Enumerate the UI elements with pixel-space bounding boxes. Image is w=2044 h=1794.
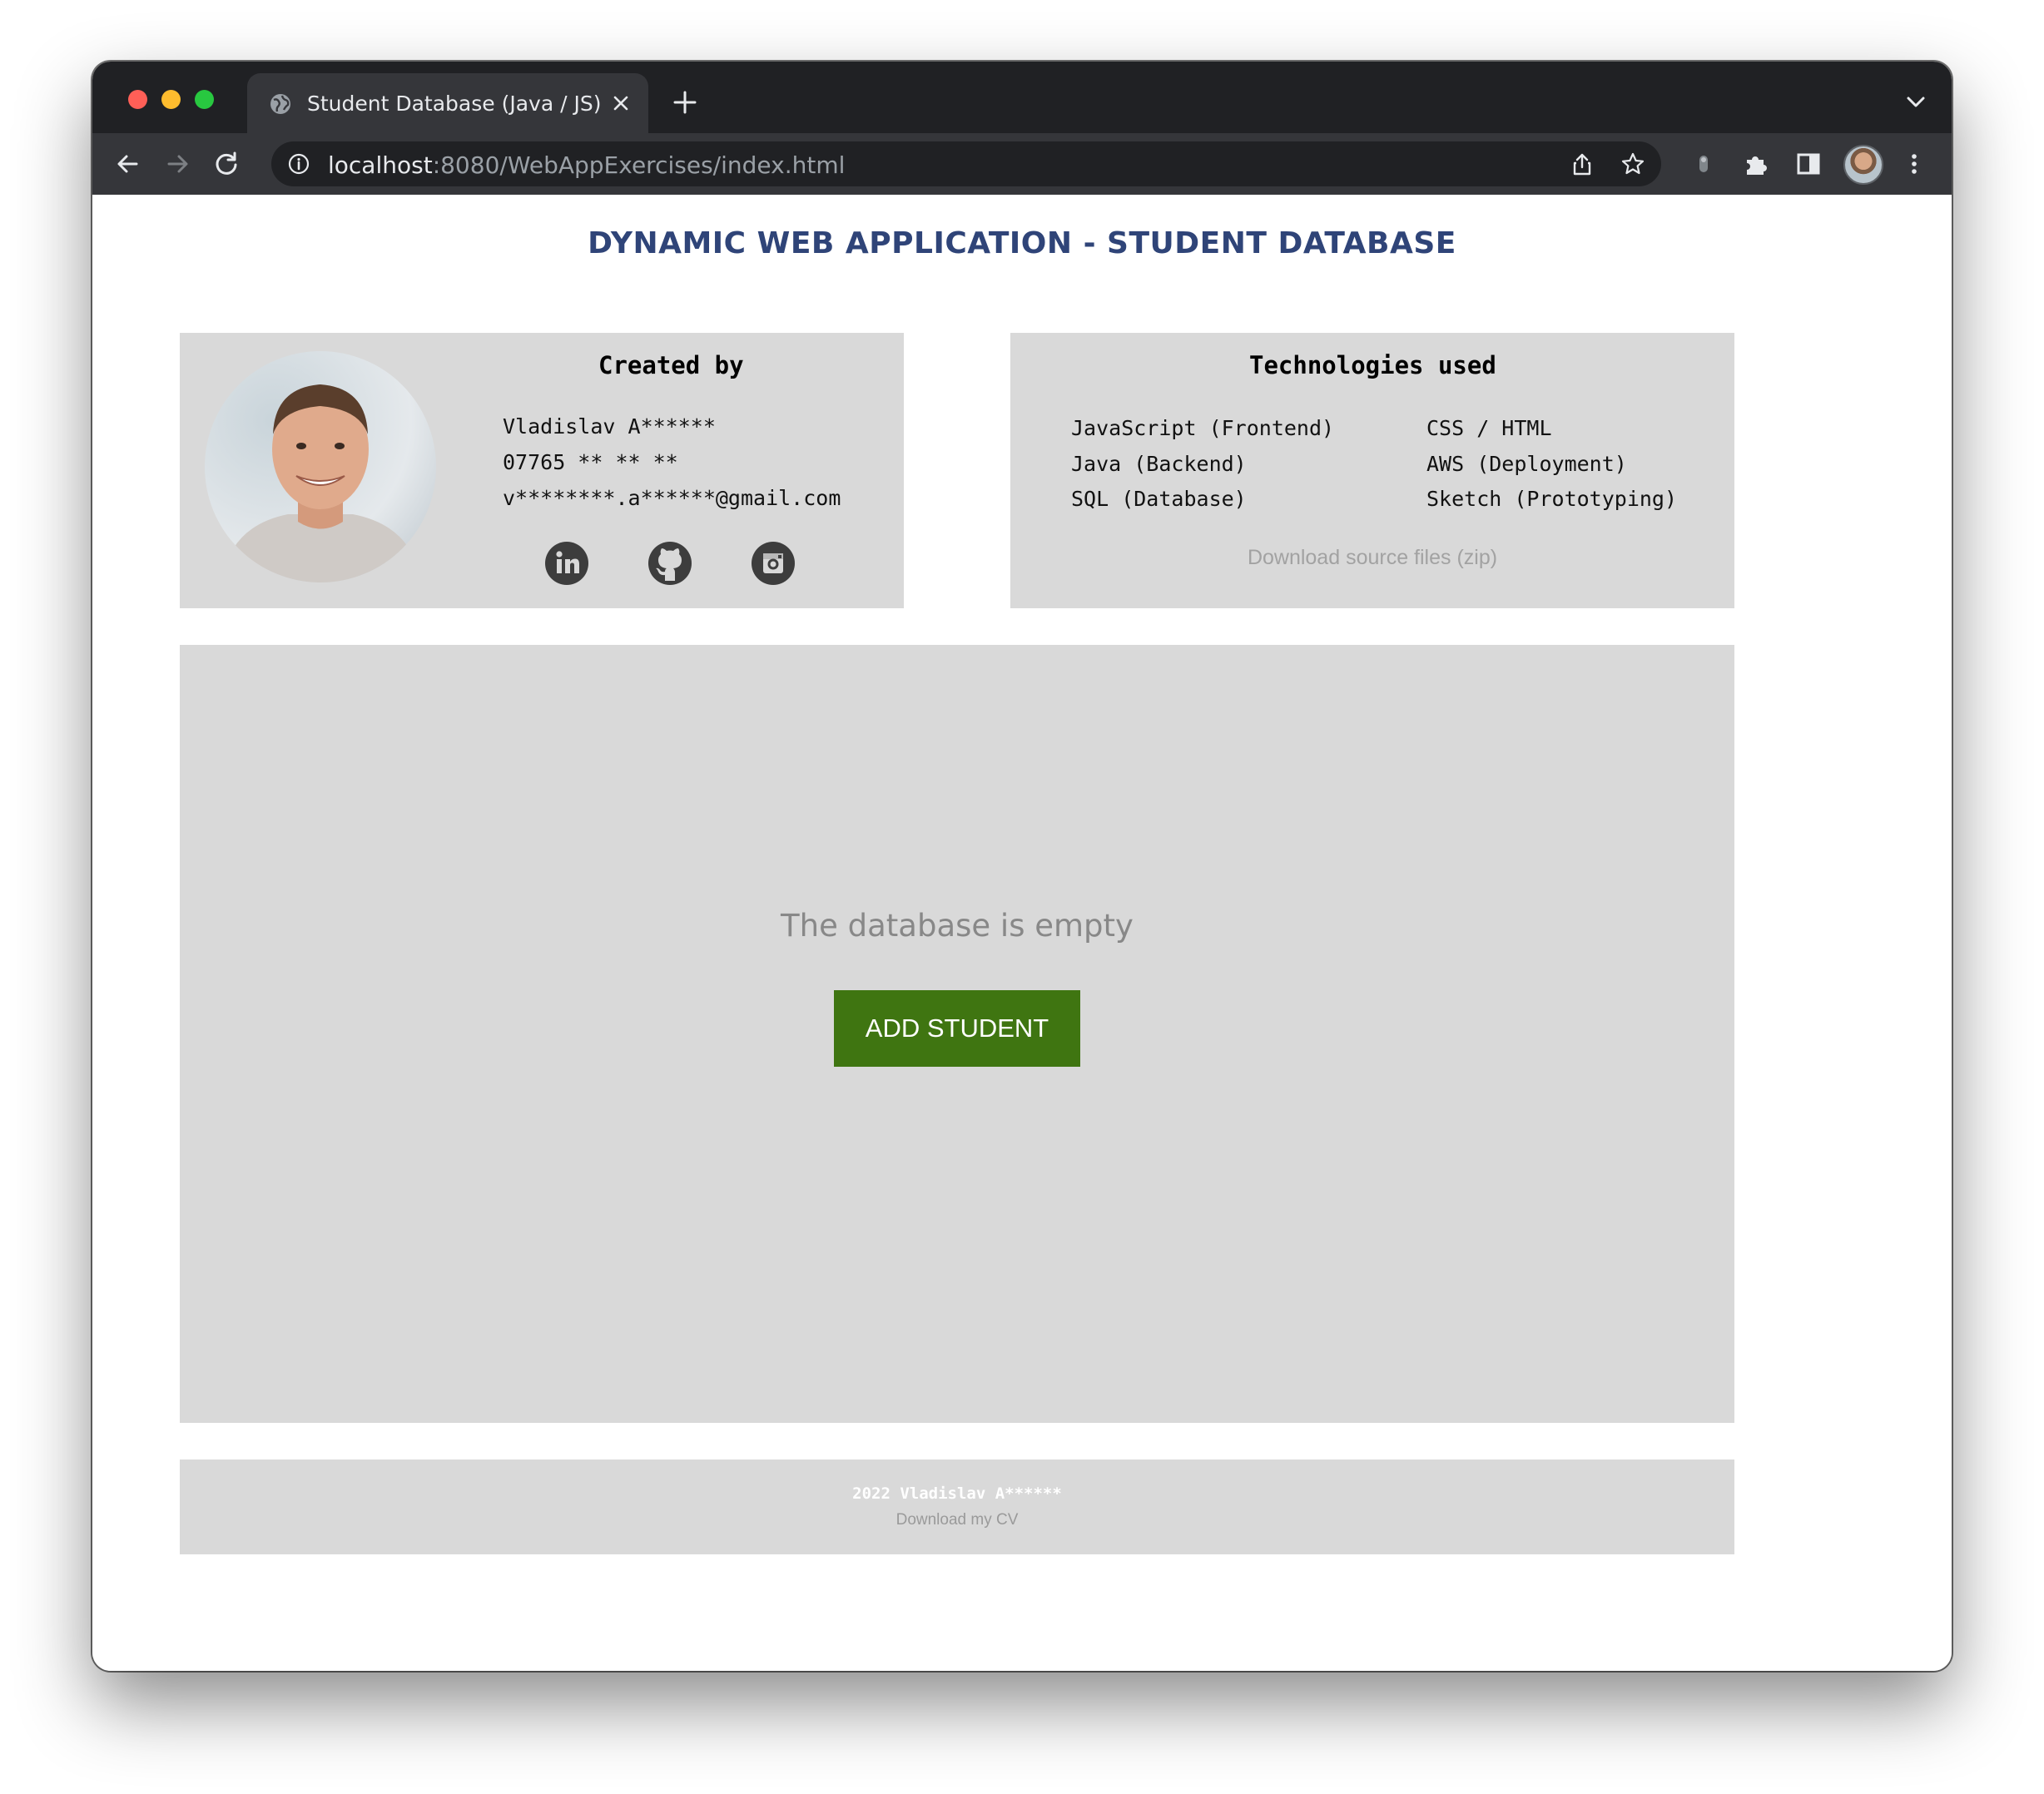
profile-avatar[interactable] xyxy=(1843,145,1883,185)
tab-title: Student Database (Java / JS) xyxy=(307,92,602,116)
creator-name: Vladislav A****** xyxy=(503,414,716,439)
technology-item: JavaScript (Frontend) xyxy=(1071,416,1335,440)
empty-database-message: The database is empty xyxy=(781,908,1134,944)
technology-item: Sketch (Prototyping) xyxy=(1426,487,1678,511)
technology-item: Java (Backend) xyxy=(1071,452,1247,476)
database-panel: The database is empty ADD STUDENT xyxy=(180,645,1734,1423)
profile-photo xyxy=(205,351,436,582)
page-content: DYNAMIC WEB APPLICATION - STUDENT DATABA… xyxy=(92,195,1952,1671)
url-host: localhost xyxy=(328,151,433,179)
reload-icon[interactable] xyxy=(211,148,242,180)
technology-item: CSS / HTML xyxy=(1426,416,1552,440)
creator-card: Created by Vladislav A****** 07765 ** **… xyxy=(180,333,904,608)
add-student-button[interactable]: ADD STUDENT xyxy=(834,990,1080,1067)
globe-icon xyxy=(270,94,290,114)
download-cv-link[interactable]: Download my CV xyxy=(180,1511,1734,1529)
sidebar-icon[interactable] xyxy=(1793,148,1824,180)
footer-copyright: 2022 Vladislav A****** xyxy=(852,1484,1062,1503)
share-icon[interactable] xyxy=(1570,151,1595,176)
browser-window: Student Database (Java / JS) localhost:8… xyxy=(92,62,1952,1671)
technologies-heading: Technologies used xyxy=(1249,351,1496,379)
page-title: DYNAMIC WEB APPLICATION - STUDENT DATABA… xyxy=(588,226,1456,260)
extension-icon[interactable] xyxy=(1688,148,1719,180)
creator-phone: 07765 ** ** ** xyxy=(503,450,678,474)
linkedin-icon[interactable] xyxy=(544,541,589,586)
creator-heading: Created by xyxy=(598,351,744,379)
footer: 2022 Vladislav A****** Download my CV xyxy=(180,1459,1734,1554)
minimize-window-button[interactable] xyxy=(161,90,181,109)
star-icon[interactable] xyxy=(1620,151,1645,176)
technologies-card: Technologies used JavaScript (Frontend) … xyxy=(1010,333,1734,608)
download-source-link[interactable]: Download source files (zip) xyxy=(1010,546,1734,570)
github-icon[interactable] xyxy=(647,541,692,586)
back-arrow-icon[interactable] xyxy=(112,148,144,180)
technology-item: AWS (Deployment) xyxy=(1426,452,1627,476)
info-icon[interactable] xyxy=(288,153,310,175)
plus-icon[interactable] xyxy=(671,88,699,116)
browser-toolbar: localhost:8080/WebAppExercises/index.htm… xyxy=(92,133,1952,195)
tab-strip: Student Database (Java / JS) xyxy=(92,62,1952,133)
url-path: :8080/WebAppExercises/index.html xyxy=(432,151,846,179)
forward-arrow-icon[interactable] xyxy=(161,148,193,180)
address-bar[interactable]: localhost:8080/WebAppExercises/index.htm… xyxy=(271,141,1661,186)
close-icon[interactable] xyxy=(610,92,632,114)
kebab-menu-icon[interactable] xyxy=(1898,148,1930,180)
chevron-down-icon[interactable] xyxy=(1904,93,1927,112)
browser-tab[interactable]: Student Database (Java / JS) xyxy=(247,73,648,133)
person-portrait-icon xyxy=(221,384,421,582)
url-text[interactable]: localhost:8080/WebAppExercises/index.htm… xyxy=(328,151,845,179)
creator-email[interactable]: v********.a******@gmail.com xyxy=(503,486,841,510)
instagram-icon[interactable] xyxy=(751,541,796,586)
puzzle-icon[interactable] xyxy=(1740,148,1772,180)
close-window-button[interactable] xyxy=(128,90,147,109)
technology-item: SQL (Database) xyxy=(1071,487,1247,511)
zoom-window-button[interactable] xyxy=(195,90,214,109)
